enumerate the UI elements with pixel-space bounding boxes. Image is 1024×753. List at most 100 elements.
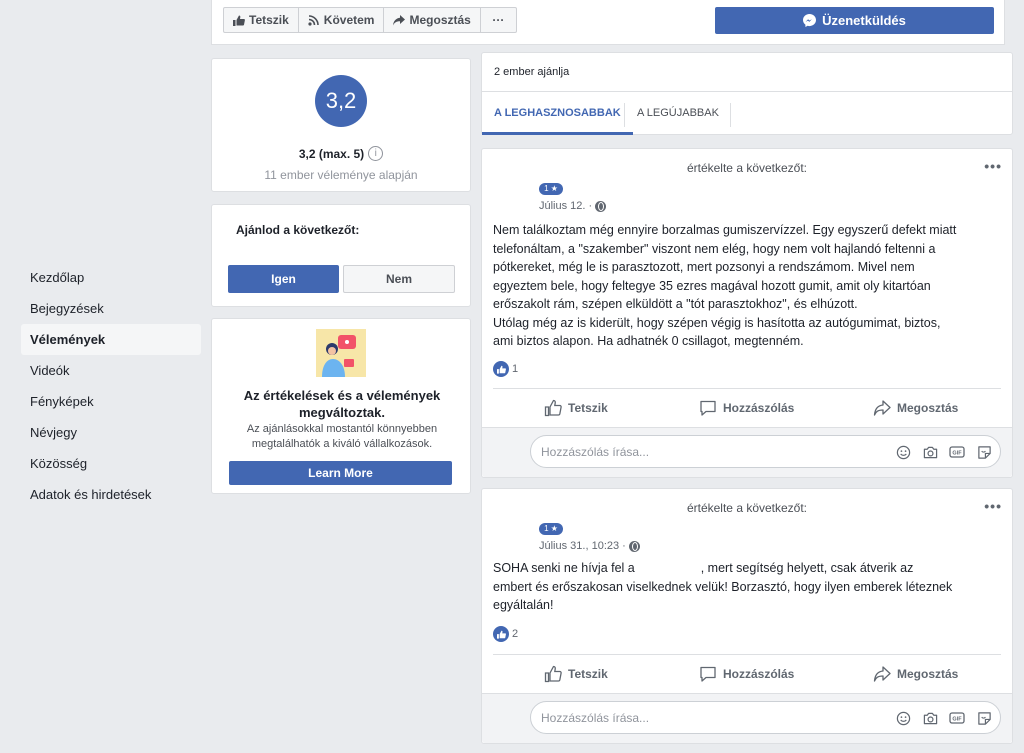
review-like-label: Tetszik [568, 401, 608, 415]
comment-tools: GIF [895, 444, 992, 460]
rating-score-circle: 3,2 [315, 75, 367, 127]
tab-most-helpful[interactable]: A LEGHASZNOSABBAK [482, 92, 633, 135]
review-text-line: telefonáltam, a "szakember" viszont nem … [493, 241, 936, 256]
thumbs-up-icon [544, 665, 562, 683]
smiley-icon[interactable] [895, 444, 911, 460]
recommend-yes-button[interactable]: Igen [228, 265, 339, 293]
gif-icon[interactable]: GIF [949, 710, 965, 726]
review-like-label: Tetszik [568, 667, 608, 681]
review-date[interactable]: Július 12. · [539, 200, 592, 212]
rss-icon [308, 14, 319, 26]
review-rating-badge: 1 ★ [539, 523, 563, 535]
camera-icon[interactable] [922, 710, 938, 726]
review-header: értékelte a következőt: [686, 161, 808, 175]
reviews-header-card: 2 ember ajánlja A LEGHASZNOSABBAK A LEGÚ… [481, 52, 1013, 135]
rating-summary-card: 3,2 3,2 (max. 5) i 11 ember véleménye al… [211, 58, 471, 192]
send-message-button[interactable]: Üzenetküldés [715, 7, 994, 34]
reviews-changed-card: Az értékelések és a vélemények megváltoz… [211, 318, 471, 494]
tab-most-recent[interactable]: A LEGÚJABBAK [625, 92, 731, 135]
camera-icon[interactable] [922, 444, 938, 460]
review-text-line: pótkereket, még le is parasztozott, mert… [493, 260, 915, 274]
rating-score-text-row: 3,2 (max. 5) i [212, 146, 470, 161]
review-comment-button[interactable]: Hozzászólás [699, 389, 794, 427]
nav-item-info-and-ads[interactable]: Adatok és hirdetések [21, 479, 201, 510]
review-like-button[interactable]: Tetszik [544, 655, 608, 693]
nav-item-videos[interactable]: Videók [21, 355, 201, 386]
tab-separator [730, 103, 731, 127]
review-text: Nem találkoztam még ennyire borzalmas gu… [493, 221, 999, 351]
review-like-button[interactable]: Tetszik [544, 389, 608, 427]
review-text-line: ami biztos alapon. Ha adhatnék 0 csillag… [493, 334, 804, 348]
nav-item-reviews[interactable]: Vélemények [21, 324, 201, 355]
page-navigation: Kezdőlap Bejegyzések Vélemények Videók F… [21, 262, 201, 510]
follow-page-label: Követem [323, 13, 375, 27]
like-count-value: 1 [512, 363, 519, 375]
recommend-count: 2 ember ajánlja [494, 66, 570, 78]
review-comment-button[interactable]: Hozzászólás [699, 655, 794, 693]
recommend-no-button[interactable]: Nem [343, 265, 455, 293]
review-like-count[interactable]: 1 [493, 361, 518, 377]
comment-input[interactable]: Hozzászólás írása... GIF [530, 701, 1001, 734]
review-text-line: erőszakolt rám, szépen elküldött a "tót … [493, 297, 858, 311]
review-date-row: Július 12. · [539, 200, 607, 212]
like-reaction-icon [493, 626, 509, 642]
review-share-button[interactable]: Megosztás [873, 655, 958, 693]
like-page-label: Tetszik [249, 13, 289, 27]
rating-basis-text: 11 ember véleménye alapján [264, 168, 418, 182]
review-share-label: Megosztás [897, 667, 959, 681]
nav-item-community[interactable]: Közösség [21, 448, 201, 479]
review-rating-badge: 1 ★ [539, 183, 563, 195]
reviews-changed-title: Az értékelések és a vélemények megváltoz… [243, 388, 441, 420]
comment-placeholder: Hozzászólás írása... [541, 710, 650, 725]
like-count-value: 2 [512, 628, 519, 640]
smiley-icon[interactable] [895, 710, 911, 726]
globe-icon [595, 200, 607, 212]
info-icon[interactable]: i [368, 146, 384, 161]
review-more-options-button[interactable]: ••• [984, 158, 1002, 174]
share-page-label: Megosztás [409, 13, 471, 27]
more-options-label: ··· [492, 13, 505, 27]
rating-score-text: 3,2 (max. 5) [298, 146, 365, 161]
thumbs-up-icon [544, 399, 562, 417]
review-comment-label: Hozzászólás [723, 401, 795, 415]
sticker-icon[interactable] [976, 710, 992, 726]
globe-icon [628, 540, 640, 552]
reviews-changed-body: Az ajánlásokkal mostantól könnyebben meg… [246, 423, 438, 450]
review-more-options-button[interactable]: ••• [984, 498, 1002, 514]
comment-tools: GIF [895, 710, 992, 726]
review-date[interactable]: Július 31., 10:23 · [539, 540, 626, 552]
send-message-label: Üzenetküldés [822, 13, 906, 28]
learn-more-button[interactable]: Learn More [229, 461, 452, 485]
share-arrow-icon [393, 14, 406, 25]
comment-placeholder: Hozzászólás írása... [541, 444, 650, 459]
comment-area: Hozzászólás írása... GIF [482, 427, 1012, 477]
gif-icon[interactable]: GIF [949, 444, 965, 460]
nav-item-about[interactable]: Névjegy [21, 417, 201, 448]
share-page-button[interactable]: Megosztás [383, 7, 481, 33]
review-text: SOHA senki ne hívja fel a , mert segítsé… [493, 559, 999, 615]
review-card: értékelte a következőt: ••• 1 ★ Július 3… [481, 488, 1013, 744]
more-options-button[interactable]: ··· [479, 7, 517, 33]
nav-item-photos[interactable]: Fényképek [21, 386, 201, 417]
review-comment-label: Hozzászólás [723, 667, 795, 681]
follow-page-button[interactable]: Követem [297, 7, 385, 33]
comment-input[interactable]: Hozzászólás írása... GIF [530, 435, 1001, 468]
review-like-count[interactable]: 2 [493, 626, 518, 642]
nav-item-home[interactable]: Kezdőlap [21, 262, 201, 293]
reviews-illustration-icon [316, 329, 366, 377]
nav-item-posts[interactable]: Bejegyzések [21, 293, 201, 324]
comment-area: Hozzászólás írása... GIF [482, 693, 1012, 743]
review-text-line: egyeztem bele, hogy feltegye 35 ezres ma… [493, 278, 931, 293]
review-date-row: Július 31., 10:23 · [539, 540, 640, 552]
recommend-card: Ajánlod a következőt: Igen Nem [211, 204, 471, 307]
sticker-icon[interactable] [976, 444, 992, 460]
review-text-line: Utólag még az is kiderült, hogy szépen v… [493, 315, 941, 330]
like-page-button[interactable]: Tetszik [223, 7, 299, 33]
review-card: értékelte a következőt: ••• 1 ★ Július 1… [481, 148, 1013, 478]
page-action-group: Tetszik Követem Megosztás ··· [223, 7, 517, 33]
review-share-button[interactable]: Megosztás [873, 389, 958, 427]
svg-text:GIF: GIF [952, 451, 962, 457]
review-text-line: Nem találkoztam még ennyire borzalmas gu… [493, 223, 957, 237]
speech-bubble-icon [700, 400, 716, 416]
recommend-question: Ajánlod a következőt: [236, 223, 360, 237]
